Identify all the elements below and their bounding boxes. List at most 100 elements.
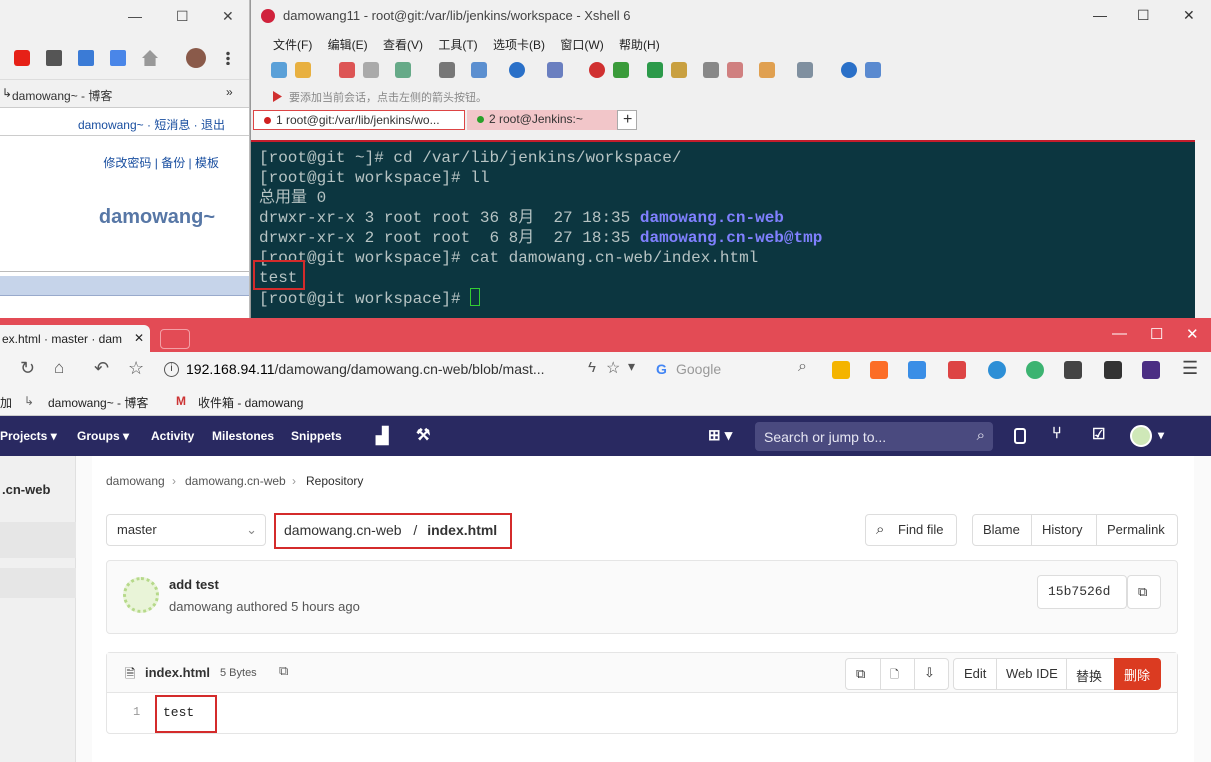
search-box[interactable]: G Google [650, 358, 820, 382]
nav-milestones[interactable]: Milestones [212, 429, 274, 443]
xshell-icon[interactable] [589, 62, 605, 78]
bookmark-star-icon[interactable]: ☆ [606, 358, 620, 378]
commit-sha[interactable]: 15b7526d [1037, 575, 1127, 609]
image-icon[interactable] [78, 50, 94, 66]
home-icon[interactable] [142, 50, 158, 66]
transfer-icon[interactable] [471, 62, 487, 78]
qq-icon[interactable] [988, 361, 1006, 379]
copy-path-icon[interactable]: ⧉ [279, 663, 288, 679]
nav-activity[interactable]: Activity [151, 429, 194, 443]
menu-icon[interactable] [226, 51, 230, 65]
bookmark-item[interactable]: damowang~ - 博客 [12, 87, 112, 104]
help-icon[interactable] [841, 62, 857, 78]
find-icon[interactable] [439, 62, 455, 78]
font-icon[interactable] [547, 62, 563, 78]
minimize-button[interactable]: — [128, 8, 142, 24]
nav-projects[interactable]: Projects ▾ [0, 429, 57, 443]
menu-view[interactable]: 查看(V) [383, 38, 423, 52]
new-tab-button[interactable] [160, 329, 190, 349]
breadcrumb-namespace[interactable]: damowang [106, 474, 165, 488]
dropdown-icon[interactable]: ▾ [628, 358, 635, 375]
lightning-icon[interactable]: ϟ [588, 359, 596, 376]
address-bar[interactable]: i 192.168.94.11/damowang/damowang.cn-web… [158, 357, 628, 383]
minimize-button[interactable]: — [1112, 325, 1127, 342]
terminal[interactable]: [root@git ~]# cd /var/lib/jenkins/worksp… [251, 140, 1196, 318]
raw-file-icon[interactable]: 🗋 [890, 666, 899, 685]
history-button[interactable]: History [1042, 522, 1082, 537]
avatar[interactable] [186, 48, 206, 68]
chat-icon[interactable] [865, 62, 881, 78]
line-number[interactable]: 1 [133, 705, 140, 719]
close-button[interactable]: ✕ [1183, 7, 1195, 24]
menu-help[interactable]: 帮助(H) [619, 38, 660, 52]
copy-contents-icon[interactable]: ⧉ [856, 666, 865, 682]
author-avatar[interactable] [123, 577, 159, 613]
fullscreen-icon[interactable] [647, 62, 663, 78]
overflow-icon[interactable]: » [226, 85, 233, 99]
copy-sha-button[interactable]: ⧉ [1127, 575, 1161, 609]
info-icon[interactable]: i [164, 362, 179, 377]
delete-button[interactable]: 删除 [1114, 658, 1161, 690]
home-icon[interactable]: ⌂ [54, 358, 64, 378]
xftp-icon[interactable] [613, 62, 629, 78]
sidebar-item[interactable] [0, 568, 76, 598]
grid-icon[interactable] [1104, 361, 1122, 379]
extension-icon[interactable] [832, 361, 850, 379]
script-icon[interactable] [727, 62, 743, 78]
replace-button[interactable]: 替换 [1076, 666, 1102, 685]
download-icon[interactable]: ⇩ [924, 665, 935, 681]
new-session-icon[interactable] [271, 62, 287, 78]
add-tab-button[interactable]: + [617, 110, 637, 130]
translate-icon[interactable] [908, 361, 926, 379]
branch-select[interactable]: master ⌄ [106, 514, 266, 546]
user-avatar[interactable] [1130, 425, 1152, 447]
lock-icon[interactable] [671, 62, 687, 78]
keyboard-icon[interactable] [703, 62, 719, 78]
reconnect-icon[interactable] [363, 62, 379, 78]
commit-title[interactable]: add test [169, 577, 219, 592]
sidebar-project-name[interactable]: .cn-web [0, 456, 75, 497]
disconnect-icon[interactable] [339, 62, 355, 78]
undo-icon[interactable]: ↶ [94, 358, 109, 379]
menu-edit[interactable]: 编辑(E) [328, 38, 368, 52]
bookmark-item[interactable]: damowang~ - 博客 [48, 394, 148, 411]
user-links[interactable]: damowang~ · 短消息 · 退出 [0, 108, 249, 136]
extension-icon[interactable] [1142, 361, 1160, 379]
menu-tools[interactable]: 工具(T) [438, 38, 477, 52]
edit-button[interactable]: Edit [964, 666, 986, 681]
search-icon[interactable]: ⌕ [798, 358, 807, 376]
chart-icon[interactable]: ▟ [376, 426, 388, 446]
bookmark-item[interactable]: 加 [0, 394, 12, 411]
layout-icon[interactable] [797, 62, 813, 78]
todo-icon[interactable]: ☑ [1092, 425, 1105, 443]
chevron-down-icon[interactable]: ▾ [1158, 428, 1164, 442]
extension-icon[interactable] [948, 361, 966, 379]
maximize-button[interactable]: ☐ [1150, 325, 1163, 343]
close-button[interactable]: ✕ [1186, 325, 1199, 343]
issues-icon[interactable] [1014, 428, 1026, 444]
bookmark-item[interactable]: 收件箱 - damowang [198, 394, 303, 411]
open-folder-icon[interactable] [295, 62, 311, 78]
wechat-icon[interactable] [1026, 361, 1044, 379]
plus-dropdown-icon[interactable]: ⊞ ▾ [708, 426, 732, 444]
find-file-button[interactable]: ⌕ Find file [865, 514, 957, 546]
globe-icon[interactable] [509, 62, 525, 78]
tab-session-1[interactable]: 1 root@git:/var/lib/jenkins/wo... [253, 110, 465, 130]
mail-icon[interactable] [46, 50, 62, 66]
translate-icon[interactable] [110, 50, 126, 66]
gitlab-icon[interactable] [870, 361, 888, 379]
web-ide-button[interactable]: Web IDE [1006, 666, 1058, 681]
copy-icon[interactable] [395, 62, 411, 78]
sidebar-item[interactable] [0, 522, 76, 558]
compose-icon[interactable] [759, 62, 775, 78]
youtube-icon[interactable] [14, 50, 30, 66]
breadcrumb-project[interactable]: damowang.cn-web [185, 474, 286, 488]
search-input[interactable]: Search or jump to... ⌕ [755, 422, 993, 451]
tab-session-2[interactable]: 2 root@Jenkins:~ [467, 110, 617, 130]
qrcode-icon[interactable] [1064, 361, 1082, 379]
tab-close-icon[interactable]: ✕ [134, 331, 144, 345]
active-tab[interactable]: ex.html · master · dam ✕ [0, 325, 150, 352]
close-button[interactable]: ✕ [222, 8, 234, 25]
maximize-button[interactable]: ☐ [176, 8, 189, 25]
reload-icon[interactable]: ↻ [20, 358, 35, 379]
